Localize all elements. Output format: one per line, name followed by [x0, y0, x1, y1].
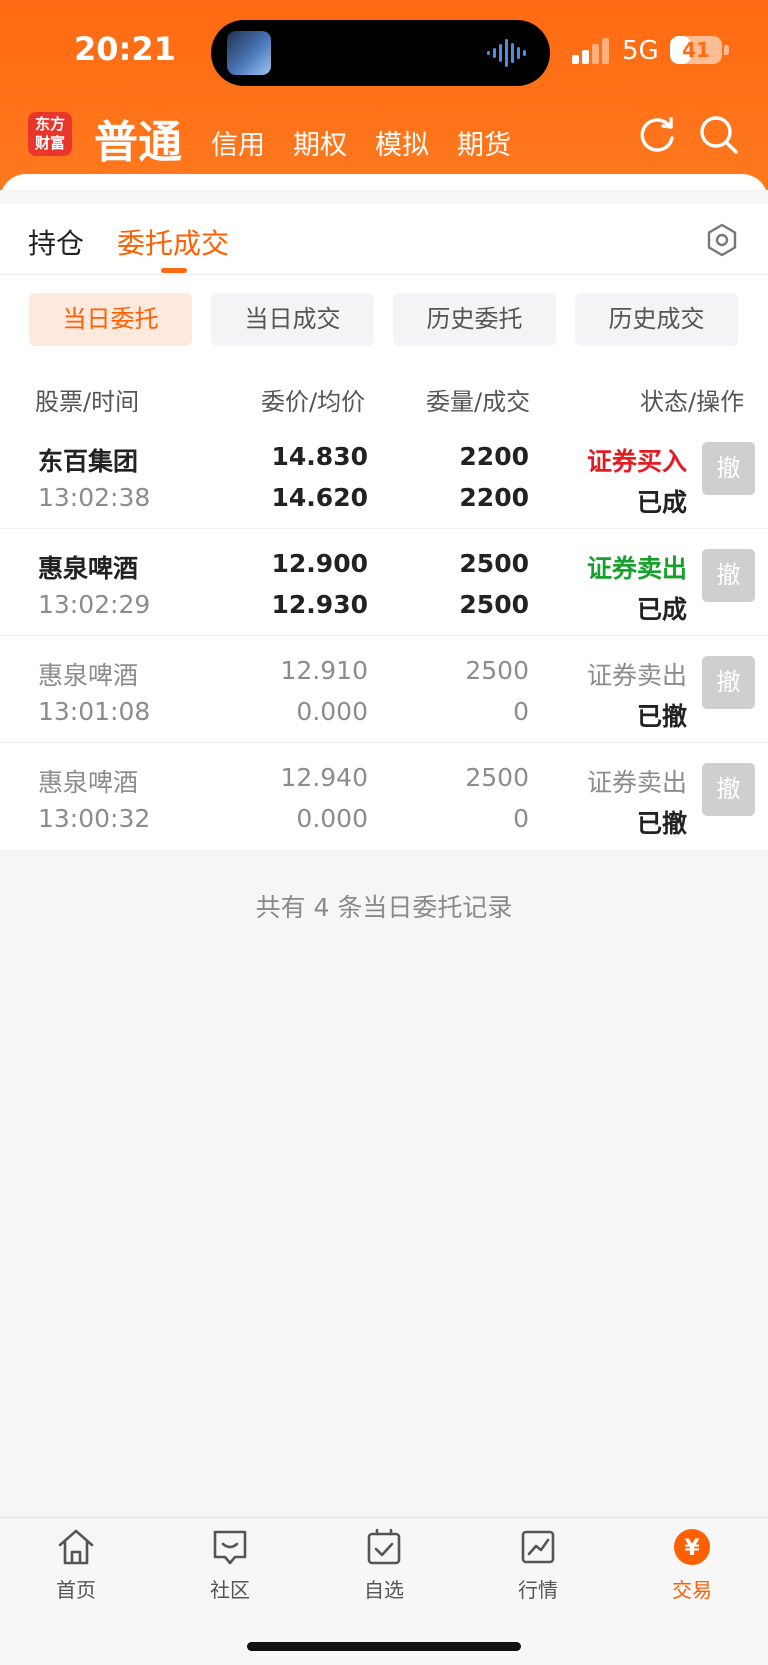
battery-percent: 41: [682, 38, 710, 62]
order-side: 证券卖出: [586, 554, 687, 583]
stock-name: 惠泉啤酒: [38, 661, 139, 690]
avg-price: 12.930: [271, 590, 368, 619]
nav-watchlist-label: 自选: [364, 1578, 404, 1602]
nav-market[interactable]: 行情: [488, 1526, 588, 1603]
row-divider: [0, 635, 768, 636]
avg-price: 0.000: [296, 804, 368, 833]
dynamic-island: [211, 20, 550, 86]
logo-line-1: 东方: [34, 115, 65, 133]
nav-market-label: 行情: [518, 1578, 558, 1602]
cancel-order-button[interactable]: 撤: [702, 656, 755, 709]
column-quantity: 委量/成交: [426, 388, 531, 416]
nav-trade[interactable]: ¥ 交易: [642, 1526, 742, 1603]
app-logo: 东方 财富: [28, 112, 72, 156]
home-icon: [58, 1529, 94, 1565]
refresh-icon[interactable]: [636, 114, 678, 156]
order-quantity: 2500: [465, 656, 529, 685]
column-price: 委价/均价: [261, 388, 366, 416]
order-status: 已撤: [636, 702, 687, 731]
order-time: 13:00:32: [38, 804, 151, 833]
order-time: 13:02:29: [38, 590, 151, 619]
avg-price: 0.000: [296, 697, 368, 726]
avg-price: 14.620: [271, 483, 368, 512]
svg-text:¥: ¥: [684, 1536, 700, 1561]
nav-home[interactable]: 首页: [26, 1526, 126, 1603]
order-status: 已成: [636, 488, 687, 517]
nav-watchlist[interactable]: 自选: [334, 1526, 434, 1603]
network-type: 5G: [622, 36, 659, 66]
settings-icon[interactable]: [704, 222, 740, 258]
nav-community-label: 社区: [210, 1578, 250, 1602]
nav-community[interactable]: 社区: [180, 1526, 280, 1603]
order-side: 证券买入: [586, 447, 687, 476]
cancel-order-button[interactable]: 撤: [702, 763, 755, 816]
filled-quantity: 2200: [459, 483, 529, 512]
status-time: 20:21: [74, 30, 176, 68]
order-side: 证券卖出: [586, 768, 687, 797]
order-price: 14.830: [271, 442, 368, 471]
nav-trade-label: 交易: [672, 1578, 712, 1602]
row-divider: [0, 742, 768, 743]
trade-icon: ¥: [674, 1529, 710, 1565]
community-icon: [213, 1530, 247, 1565]
tab-orders-trades[interactable]: 委托成交: [117, 222, 229, 262]
row-divider: [0, 528, 768, 529]
battery-tip: [724, 45, 729, 55]
order-status: 已撤: [636, 809, 687, 838]
order-price: 12.940: [280, 763, 368, 792]
tab-simulation[interactable]: 模拟: [375, 123, 429, 162]
tab-options[interactable]: 期权: [293, 123, 347, 162]
tab-credit[interactable]: 信用: [211, 123, 265, 162]
segment-history-trades[interactable]: 历史成交: [575, 293, 738, 346]
segment-history-orders[interactable]: 历史委托: [393, 293, 556, 346]
cancel-order-button[interactable]: 撤: [702, 549, 755, 602]
tabs-divider: [0, 274, 768, 275]
market-icon: [521, 1530, 555, 1564]
signal-icon: [572, 38, 609, 64]
records-summary: 共有 4 条当日委托记录: [255, 893, 513, 922]
filled-quantity: 2500: [459, 590, 529, 619]
segment-today-trades[interactable]: 当日成交: [211, 293, 374, 346]
active-tab-indicator: [161, 268, 187, 273]
now-playing-artwork: [227, 31, 271, 75]
search-icon[interactable]: [698, 114, 740, 156]
stock-name: 东百集团: [38, 447, 139, 476]
panel-top-strip: [0, 190, 768, 204]
column-stock-time: 股票/时间: [35, 388, 140, 416]
cancel-order-button[interactable]: 撤: [702, 442, 755, 495]
home-indicator: [247, 1642, 521, 1651]
watchlist-icon: [367, 1528, 401, 1565]
order-quantity: 2500: [465, 763, 529, 792]
tab-positions[interactable]: 持仓: [28, 222, 84, 262]
order-time: 13:02:38: [38, 483, 151, 512]
battery-icon: 41: [670, 36, 722, 64]
logo-line-2: 财富: [34, 134, 65, 152]
tab-normal[interactable]: 普通: [94, 106, 182, 170]
segment-today-orders[interactable]: 当日委托: [29, 293, 192, 346]
order-time: 13:01:08: [38, 697, 151, 726]
order-price: 12.900: [271, 549, 368, 578]
filled-quantity: 0: [513, 804, 529, 833]
order-quantity: 2500: [459, 549, 529, 578]
stock-name: 惠泉啤酒: [38, 554, 139, 583]
audio-wave-icon: [487, 39, 526, 67]
stock-name: 惠泉啤酒: [38, 768, 139, 797]
column-status: 状态/操作: [640, 388, 745, 416]
order-status: 已成: [636, 595, 687, 624]
order-side: 证券卖出: [586, 661, 687, 690]
order-quantity: 2200: [459, 442, 529, 471]
tab-futures[interactable]: 期货: [457, 123, 511, 162]
filled-quantity: 0: [513, 697, 529, 726]
nav-home-label: 首页: [56, 1578, 96, 1602]
order-price: 12.910: [280, 656, 368, 685]
